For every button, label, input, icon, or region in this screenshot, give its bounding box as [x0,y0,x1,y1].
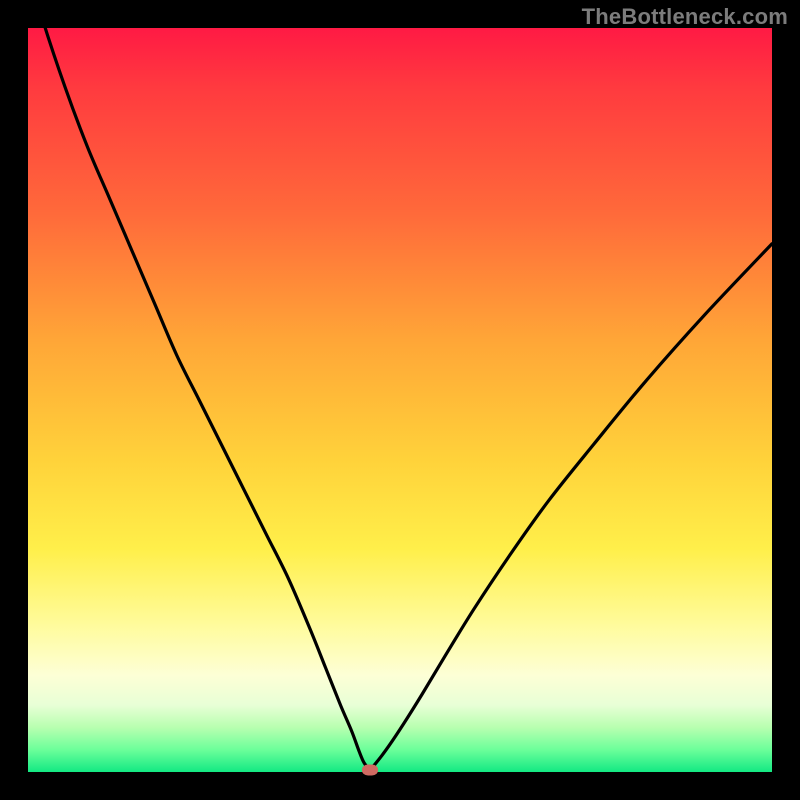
curve-svg [28,28,772,772]
bottleneck-curve [28,0,772,768]
chart-frame: TheBottleneck.com [0,0,800,800]
min-point-marker [362,764,378,775]
watermark-text: TheBottleneck.com [582,4,788,30]
plot-area [28,28,772,772]
